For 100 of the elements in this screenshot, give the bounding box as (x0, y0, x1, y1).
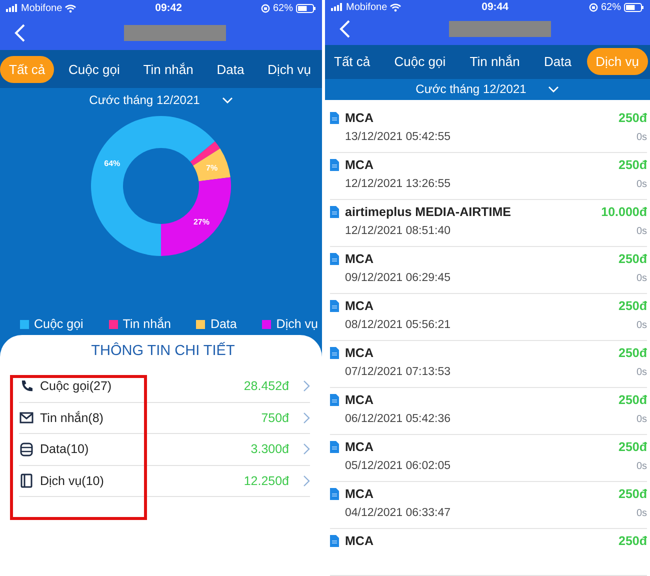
document-icon (330, 440, 339, 453)
chevron-right-icon (303, 443, 310, 456)
clock-time: 09:44 (480, 1, 510, 14)
charge-datetime: 08/12/2021 05:56:21 (345, 318, 452, 331)
document-icon (330, 346, 339, 359)
charge-duration: 0s (636, 320, 647, 331)
signal-icon (331, 3, 343, 12)
category-label[interactable]: Data(10) (40, 442, 245, 456)
carrier-name: Mobifone (346, 2, 388, 13)
filter-tab[interactable]: Tin nhắn (134, 56, 202, 82)
period-label[interactable]: Cước tháng 12/2021 (89, 93, 200, 107)
charge-amount: 250đ (618, 252, 647, 266)
charge-datetime: 09/12/2021 06:29:45 (345, 272, 452, 284)
charge-amount: 250đ (618, 392, 647, 407)
filter-tab[interactable]: Data (208, 56, 254, 82)
charge-datetime: 12/12/2021 13:26:55 (345, 178, 452, 190)
slice-label: 64% (104, 159, 120, 168)
phone-icon (19, 378, 34, 394)
filter-tab[interactable]: Dịch vụ (258, 56, 320, 82)
battery-percent: 62% (600, 2, 621, 13)
document-icon (330, 534, 339, 547)
charge-title: MCA (345, 110, 374, 125)
charge-datetime: 04/12/2021 06:33:47 (345, 506, 452, 519)
database-icon (19, 442, 34, 457)
document-icon (330, 300, 339, 312)
book-icon (19, 473, 34, 488)
amount-value: 12.250đ (244, 474, 289, 488)
document-icon (330, 206, 339, 218)
document-icon (330, 158, 339, 171)
filter-tab[interactable]: Data (535, 48, 580, 76)
charge-amount: 250đ (618, 440, 647, 454)
envelope-icon (19, 410, 34, 426)
charge-duration: 0s (636, 226, 647, 237)
wifi-icon (65, 4, 76, 12)
charge-duration: 0s (636, 460, 647, 472)
amount-value: 750đ (261, 410, 289, 425)
period-label[interactable]: Cước tháng 12/2021 (416, 82, 526, 96)
rotation-lock-icon (588, 2, 598, 12)
charge-title: airtimeplus MEDIA-AIRTIME (345, 204, 512, 219)
document-icon (330, 252, 339, 265)
slice-label: 27% (194, 218, 210, 227)
chevron-down-icon (548, 86, 560, 93)
charge-amount: 250đ (618, 486, 647, 501)
charge-datetime: 06/12/2021 05:42:36 (345, 412, 452, 425)
battery-icon (296, 4, 316, 12)
filter-tab[interactable]: Tất cả (325, 48, 380, 76)
chevron-down-icon (222, 96, 233, 104)
charge-datetime: 07/12/2021 07:13:53 (345, 366, 452, 378)
legend-label: Tin nhắn (122, 317, 171, 331)
category-label[interactable]: Dịch vụ(10) (40, 474, 238, 488)
charge-title: MCA (345, 252, 374, 266)
charge-title: MCA (345, 392, 374, 407)
charge-title: MCA (345, 158, 374, 172)
back-icon[interactable] (14, 24, 26, 42)
charge-amount: 250đ (618, 346, 647, 360)
chevron-right-icon (303, 412, 310, 424)
document-icon (330, 394, 339, 406)
amount-value: 28.452đ (244, 379, 289, 394)
filter-tab[interactable]: Tin nhắn (460, 48, 529, 76)
charge-datetime: 05/12/2021 06:02:05 (345, 460, 452, 472)
charge-amount: 250đ (618, 534, 647, 548)
category-label[interactable]: Cuộc gọi(27) (40, 379, 238, 394)
charge-duration: 0s (636, 132, 647, 143)
legend-label: Cuộc gọi (34, 317, 84, 331)
charge-title: MCA (345, 298, 374, 313)
battery-percent: 62% (272, 2, 293, 14)
charge-datetime: 12/12/2021 08:51:40 (345, 224, 452, 237)
charge-title: MCA (345, 440, 374, 454)
charge-amount: 10.000đ (601, 204, 647, 219)
chevron-right-icon (303, 474, 310, 487)
charge-title: MCA (345, 486, 374, 501)
rotation-lock-icon (260, 4, 270, 12)
filter-tab[interactable]: Cuộc gọi (385, 48, 455, 76)
charge-amount: 250đ (618, 298, 647, 313)
charge-datetime: 13/12/2021 05:42:55 (345, 130, 452, 143)
wifi-icon (390, 2, 402, 12)
chevron-right-icon (303, 380, 310, 392)
charge-amount: 250đ (618, 158, 647, 172)
filter-tab[interactable]: Cuộc gọi (60, 56, 129, 82)
legend-label: Dịch vụ (276, 317, 318, 331)
charge-duration: 0s (636, 508, 647, 519)
charge-title: MCA (345, 534, 374, 548)
charge-title: MCA (345, 346, 374, 360)
carrier-name: Mobifone (21, 2, 62, 14)
charge-duration: 0s (636, 272, 647, 284)
battery-icon (624, 2, 644, 12)
slice-label: 7% (206, 164, 218, 173)
back-icon[interactable] (339, 20, 351, 38)
charge-duration: 0s (636, 366, 647, 378)
section-title: THÔNG TIN CHI TIẾT (90, 343, 236, 359)
category-label[interactable]: Tin nhắn(8) (40, 410, 256, 425)
charge-amount: 250đ (618, 110, 647, 125)
signal-icon (6, 4, 18, 12)
document-icon (330, 488, 339, 500)
charge-duration: 0s (636, 414, 647, 425)
clock-time: 09:42 (154, 2, 183, 14)
legend-label: Data (210, 317, 237, 331)
amount-value: 3.300đ (250, 442, 289, 456)
charge-duration: 0s (636, 178, 647, 190)
document-icon (330, 112, 339, 124)
